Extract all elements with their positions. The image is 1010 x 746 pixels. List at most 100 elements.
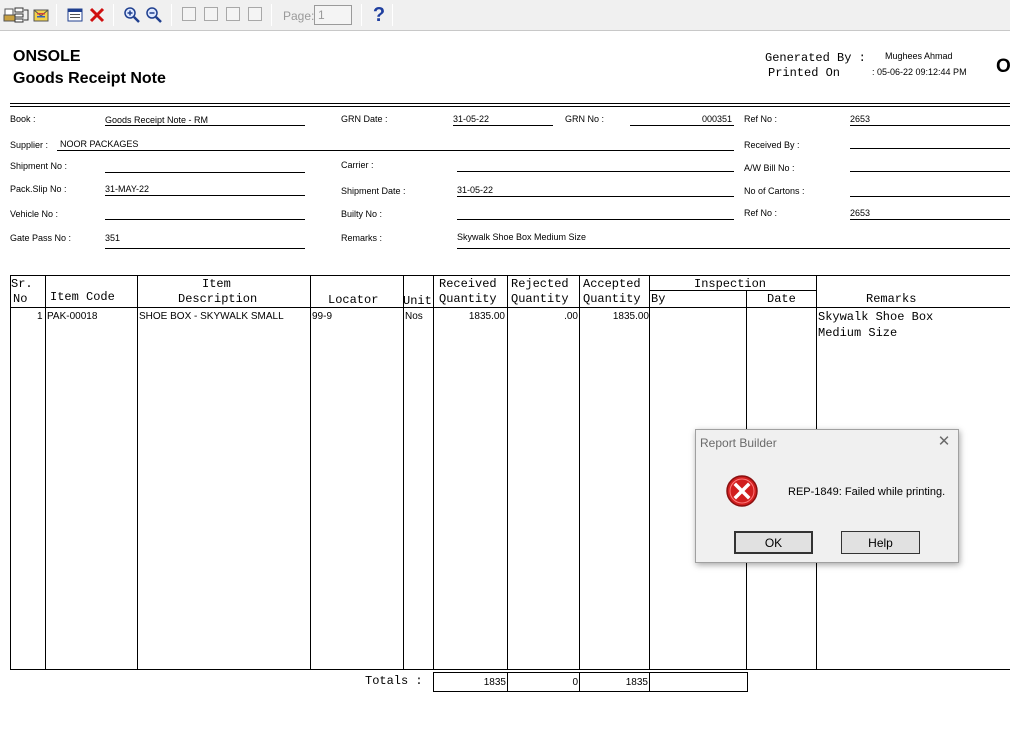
last-page-icon[interactable]	[248, 7, 262, 21]
toolbar-separator	[392, 4, 393, 26]
column-divider	[649, 275, 650, 670]
field-underline	[457, 196, 734, 197]
error-message: REP-1849: Failed while printing.	[788, 486, 946, 498]
row-sr-no: 1	[37, 311, 43, 322]
pack-slip-label: Pack.Slip No :	[10, 184, 67, 194]
row-item-code: PAK-00018	[47, 311, 98, 322]
grn-date-value: 31-05-22	[453, 114, 490, 124]
generated-by-label: Generated By :	[765, 51, 866, 65]
item-code-header: Item Code	[50, 290, 115, 304]
field-underline	[850, 171, 1010, 172]
page-number-input[interactable]: 1	[314, 5, 352, 25]
report-corner-text: OT	[996, 56, 1010, 77]
field-underline	[457, 248, 1010, 249]
field-underline	[850, 148, 1010, 149]
toolbar-separator	[56, 4, 57, 26]
header-rule	[10, 103, 1010, 104]
company-name: ONSOLE	[13, 48, 81, 65]
item-description-header: Description	[178, 292, 258, 306]
builty-no-label: Builty No :	[341, 209, 383, 219]
first-page-icon[interactable]	[182, 7, 196, 21]
received-by-label: Received By :	[744, 140, 800, 150]
error-icon	[725, 474, 759, 508]
grn-no-value: 000351	[702, 114, 733, 124]
close-icon[interactable]: ✕	[934, 433, 954, 451]
locator-header: Locator	[328, 293, 379, 307]
aw-bill-label: A/W Bill No :	[744, 163, 795, 173]
mail-icon[interactable]	[31, 4, 51, 26]
total-received: 1835	[483, 677, 506, 688]
inspection-header: Inspection	[694, 277, 767, 291]
field-underline	[850, 125, 1010, 126]
toolbar-separator	[361, 4, 362, 26]
shipment-date-label: Shipment Date :	[341, 186, 406, 196]
ref-no-2-value: 2653	[850, 208, 871, 218]
grn-date-label: GRN Date :	[341, 114, 388, 124]
column-divider	[403, 275, 404, 670]
report-toolbar: Page: 1 ?	[0, 0, 1010, 31]
column-divider	[137, 275, 138, 670]
generated-by-value: Mughees Ahmad	[885, 51, 953, 61]
cartons-label: No of Cartons :	[744, 186, 805, 196]
new-window-icon[interactable]	[65, 4, 85, 26]
field-underline	[453, 125, 553, 126]
toolbar-separator	[113, 4, 114, 26]
inspection-date-header: Date	[767, 292, 796, 306]
field-underline	[457, 219, 734, 220]
column-divider	[579, 275, 580, 670]
field-underline	[630, 125, 734, 126]
accepted-quantity-header: Accepted	[583, 277, 641, 291]
row-unit: Nos	[405, 311, 423, 322]
help-icon[interactable]: ?	[369, 4, 389, 26]
zoom-in-icon[interactable]	[122, 4, 142, 26]
book-value: Goods Receipt Note - RM	[105, 115, 209, 125]
supplier-label: Supplier :	[10, 140, 49, 150]
printed-on-label: Printed On	[768, 66, 841, 80]
ref-no-value: 2653	[850, 114, 871, 124]
previous-page-icon[interactable]	[204, 7, 218, 21]
supplier-value: NOOR PACKAGES	[60, 139, 139, 149]
rejected-quantity-header: Rejected	[511, 277, 569, 291]
field-underline	[850, 196, 1010, 197]
carrier-label: Carrier :	[341, 160, 374, 170]
inspection-by-header: By	[651, 292, 666, 306]
accepted-quantity-header: Quantity	[583, 292, 641, 306]
row-remarks: Medium Size	[818, 326, 898, 340]
totals-divider	[649, 672, 650, 692]
column-divider	[45, 275, 46, 670]
remarks-header: Remarks	[866, 292, 917, 306]
total-rejected: 0	[572, 677, 578, 688]
zoom-out-icon[interactable]	[144, 4, 164, 26]
received-quantity-header: Received	[439, 277, 497, 291]
page-label: Page:	[283, 9, 315, 23]
help-button[interactable]: Help	[841, 531, 920, 554]
field-underline	[850, 219, 1010, 220]
pack-slip-value: 31-MAY-22	[105, 184, 150, 194]
remarks-label: Remarks :	[341, 233, 383, 243]
field-underline	[105, 248, 305, 249]
row-rejected-qty: .00	[564, 311, 578, 322]
toolbar-separator	[271, 4, 272, 26]
grn-no-label: GRN No :	[565, 114, 605, 124]
table-header-rule	[10, 307, 1010, 308]
field-underline	[105, 125, 305, 126]
rejected-quantity-header: Quantity	[511, 292, 569, 306]
field-underline	[57, 150, 734, 151]
row-received-qty: 1835.00	[468, 311, 505, 322]
next-page-icon[interactable]	[226, 7, 240, 21]
ok-button[interactable]: OK	[734, 531, 813, 554]
page-setup-icon[interactable]	[12, 4, 32, 26]
sr-header: No	[13, 292, 28, 306]
report-title: Goods Receipt Note	[13, 70, 166, 87]
row-accepted-qty: 1835.00	[612, 311, 649, 322]
book-label: Book :	[10, 114, 36, 124]
printed-on-value: : 05-06-22 09:12:44 PM	[872, 67, 967, 77]
field-underline	[105, 172, 305, 173]
close-report-icon[interactable]	[87, 4, 107, 26]
remarks-value: Skywalk Shoe Box Medium Size	[457, 232, 587, 242]
vehicle-no-label: Vehicle No :	[10, 209, 59, 219]
column-divider	[433, 275, 434, 670]
dialog-title: Report Builder	[700, 436, 777, 450]
item-description-header: Item	[202, 277, 231, 291]
field-underline	[105, 195, 305, 196]
